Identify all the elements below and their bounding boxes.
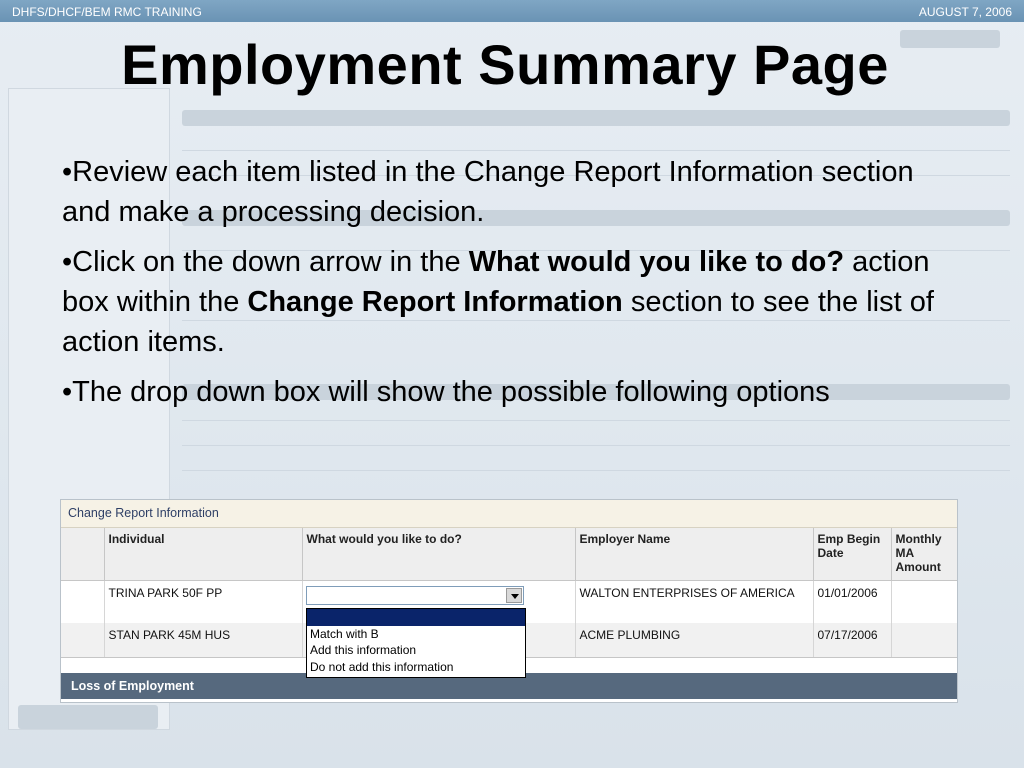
- cell-employer: WALTON ENTERPRISES OF AMERICA: [575, 580, 814, 623]
- dropdown-arrow-button[interactable]: [506, 588, 522, 603]
- column-header-begin-date: Emp Begin Date: [813, 528, 892, 581]
- bullet-dropdown-options: •The drop down box will show the possibl…: [62, 376, 830, 408]
- cell-ma-amount: [891, 580, 957, 623]
- section-title-change-report: Change Report Information: [61, 500, 957, 528]
- column-header-individual: Individual: [104, 528, 303, 581]
- dropdown-option-do-not-add[interactable]: Do not add this information: [307, 659, 525, 676]
- column-header-ma-amount: Monthly MA Amount: [891, 528, 957, 581]
- action-select[interactable]: [306, 586, 524, 605]
- action-dropdown-list: Match with B Add this information Do not…: [306, 608, 526, 678]
- column-header-select: [61, 528, 105, 581]
- cell-begin-date: 07/17/2006: [813, 623, 892, 657]
- bullet-review: •Review each item listed in the Change R…: [62, 156, 914, 228]
- dropdown-option-match[interactable]: Match with B: [307, 626, 525, 643]
- header-left-text: DHFS/DHCF/BEM RMC TRAINING: [12, 5, 202, 19]
- bullet-list: •Review each item listed in the Change R…: [62, 152, 962, 422]
- header-date: AUGUST 7, 2006: [918, 5, 1012, 19]
- column-header-employer: Employer Name: [575, 528, 814, 581]
- bullet2-text-1: •Click on the down arrow in the: [62, 246, 469, 278]
- slide-title: Employment Summary Page: [121, 33, 889, 96]
- top-header-bar: DHFS/DHCF/BEM RMC TRAINING AUGUST 7, 200…: [0, 0, 1024, 22]
- cell-employer: ACME PLUMBING: [575, 623, 814, 657]
- table-header-row: Individual What would you like to do? Em…: [61, 528, 957, 581]
- chevron-down-icon: [511, 594, 519, 599]
- dropdown-option-blank[interactable]: [307, 609, 525, 626]
- embedded-screenshot: Change Report Information Individual Wha…: [60, 499, 958, 703]
- column-header-action: What would you like to do?: [302, 528, 576, 581]
- bullet2-bold-1: What would you like to do?: [468, 246, 845, 278]
- bullet-click-arrow: •Click on the down arrow in the What wou…: [62, 242, 962, 362]
- cell-individual: STAN PARK 45M HUS: [104, 623, 303, 657]
- cell-ma-amount: [891, 623, 957, 657]
- dropdown-option-add[interactable]: Add this information: [307, 642, 525, 659]
- cell-begin-date: 01/01/2006: [813, 580, 892, 623]
- bullet2-bold-2: Change Report Information: [247, 286, 623, 318]
- cell-individual: TRINA PARK 50F PP: [104, 580, 303, 623]
